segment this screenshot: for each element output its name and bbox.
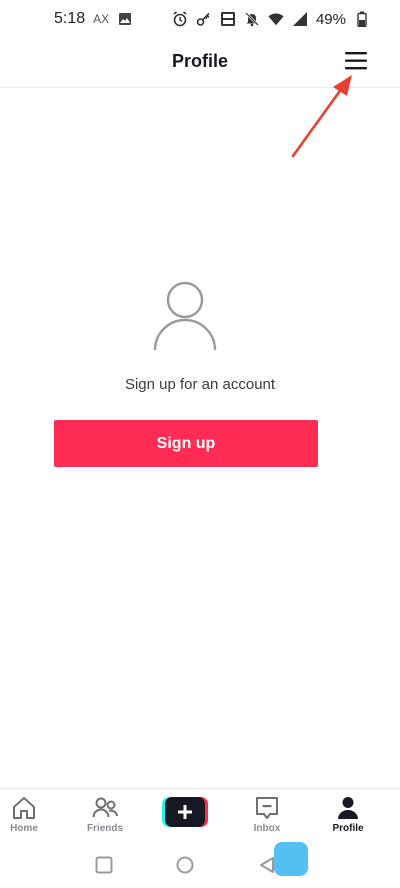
alarm-icon [172, 11, 188, 27]
nav-label-home: Home [10, 823, 38, 834]
home-icon [13, 797, 35, 819]
recents-icon[interactable] [95, 856, 113, 874]
status-bar: 5:18 AX 49% [0, 0, 400, 38]
user-placeholder-icon [153, 281, 217, 351]
nav-item-inbox[interactable]: Inbox [235, 795, 299, 839]
nav-label-inbox: Inbox [253, 823, 281, 834]
bottom-nav: Home Friends Inbox Profile [0, 788, 400, 840]
nav-label-profile: Profile [332, 823, 364, 834]
signup-button[interactable]: Sign up [54, 420, 318, 467]
system-nav-bar [0, 848, 400, 888]
nav-item-friends[interactable]: Friends [73, 795, 137, 839]
battery-percent: 49% [315, 10, 346, 28]
battery-icon [354, 11, 370, 27]
menu-button[interactable] [344, 50, 368, 72]
signal-4g-icon [292, 11, 308, 27]
volte-icon [220, 11, 236, 27]
status-carrier: AX [93, 12, 110, 26]
watermark-logo-icon [274, 842, 308, 876]
status-time: 5:18 [54, 10, 86, 27]
plus-icon [178, 805, 192, 819]
home-system-icon[interactable] [176, 856, 194, 874]
create-button[interactable] [162, 797, 208, 827]
image-icon [117, 11, 133, 27]
annotation-arrow-icon [291, 75, 352, 158]
profile-icon [338, 797, 358, 819]
key-icon [196, 11, 212, 27]
nav-item-profile[interactable]: Profile [316, 795, 380, 839]
notifications-off-icon [244, 11, 260, 27]
nav-label-friends: Friends [86, 823, 124, 834]
nav-item-home[interactable]: Home [0, 795, 56, 839]
friends-icon [92, 797, 118, 818]
wifi-icon [268, 11, 284, 27]
signup-prompt-text: Sign up for an account [124, 376, 276, 393]
inbox-icon [256, 797, 278, 819]
hamburger-menu-icon [345, 52, 367, 70]
